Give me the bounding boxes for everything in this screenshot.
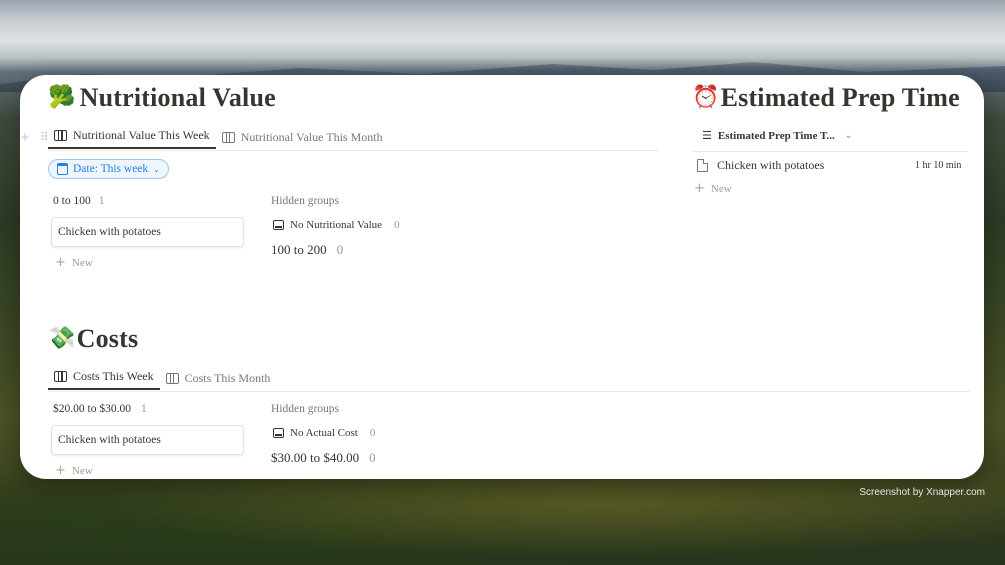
chevron-down-icon: ⌄: [153, 164, 160, 174]
hidden-group-row[interactable]: No Actual Cost 0: [273, 427, 375, 439]
broccoli-icon: 🥦: [48, 85, 76, 110]
inbox-icon: [273, 220, 284, 230]
board-card[interactable]: Chicken with potatoes: [51, 217, 244, 247]
tab-nutrition-this-month[interactable]: Nutritional Value This Month: [216, 125, 389, 149]
prep-view-selector[interactable]: ☰ Estimated Prep Time T... ⌄: [702, 129, 852, 142]
hidden-group-row[interactable]: 100 to 200 0: [271, 242, 343, 258]
plus-icon: +: [55, 463, 66, 478]
prep-time-value: 1 hr 10 min: [915, 160, 962, 171]
nutrition-title: Nutritional Value: [79, 83, 276, 112]
group-header[interactable]: 0 to 100 1: [53, 195, 104, 207]
tab-divider: [692, 151, 968, 152]
nutrition-view-tabs: Nutritional Value This Week Nutritional …: [48, 123, 389, 149]
tab-divider: [48, 150, 658, 151]
board-card[interactable]: Chicken with potatoes: [51, 425, 244, 455]
new-item-button[interactable]: + New: [694, 181, 732, 196]
hidden-group-row[interactable]: No Nutritional Value 0: [273, 219, 400, 231]
block-drag-handle[interactable]: + ⠿: [20, 130, 52, 144]
hidden-groups-label: Hidden groups: [271, 195, 340, 207]
new-card-button[interactable]: + New: [55, 463, 93, 478]
new-card-button[interactable]: + New: [55, 255, 93, 270]
board-icon: [221, 131, 235, 143]
tab-costs-this-month[interactable]: Costs This Month: [160, 366, 277, 390]
costs-title: Costs: [76, 324, 139, 353]
tab-costs-this-week[interactable]: Costs This Week: [48, 365, 160, 390]
nutrition-heading: 🥦 Nutritional Value: [48, 83, 276, 113]
tab-divider: [48, 391, 970, 392]
costs-heading: 💸 Costs: [48, 324, 138, 354]
chevron-down-icon: ⌄: [844, 130, 853, 141]
prep-heading: ⏰ Estimated Prep Time: [692, 83, 960, 113]
hidden-group-row[interactable]: $30.00 to $40.00 0: [271, 450, 376, 466]
date-filter-pill[interactable]: Date: This week ⌄: [48, 159, 169, 179]
alarm-clock-icon: ⏰: [692, 85, 720, 110]
group-header[interactable]: $20.00 to $30.00 1: [53, 403, 147, 415]
list-icon: ☰: [702, 129, 712, 142]
plus-icon: +: [694, 181, 705, 196]
money-with-wings-icon: 💸: [48, 326, 76, 351]
hidden-groups-label: Hidden groups: [271, 403, 340, 415]
costs-view-tabs: Costs This Week Costs This Month: [48, 364, 276, 390]
screenshot-caption: Screenshot by Xnapper.com: [859, 487, 985, 498]
tab-nutrition-this-week[interactable]: Nutritional Value This Week: [48, 124, 216, 149]
board-icon: [54, 371, 67, 382]
notion-page-card: + ⠿ 🥦 Nutritional Value Nutritional Valu…: [20, 75, 984, 479]
page-icon: [697, 159, 708, 172]
plus-icon: +: [55, 255, 66, 270]
list-item[interactable]: Chicken with potatoes: [697, 158, 824, 173]
prep-title: Estimated Prep Time: [720, 83, 960, 112]
calendar-icon: [57, 163, 68, 175]
inbox-icon: [273, 428, 284, 438]
board-icon: [54, 130, 67, 141]
background-forest: [0, 465, 1005, 565]
board-icon: [165, 372, 179, 384]
